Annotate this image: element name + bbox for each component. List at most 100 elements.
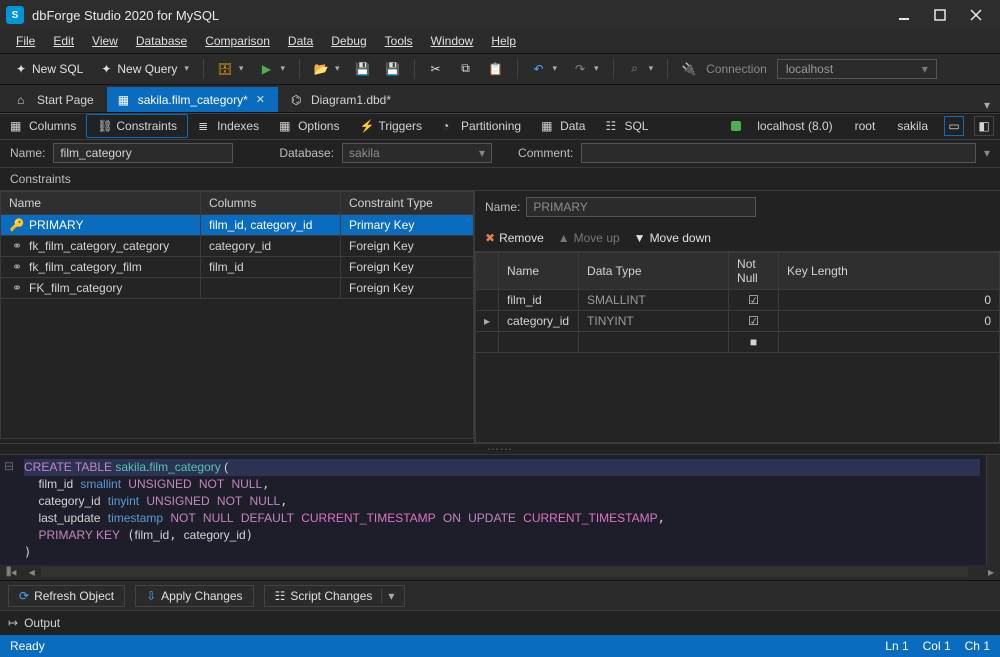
layout-view-button[interactable]: ▭ bbox=[944, 116, 964, 136]
apply-icon: ⇩ bbox=[146, 589, 156, 603]
col-header-keylength[interactable]: Key Length bbox=[779, 252, 1000, 289]
connection-dropdown[interactable]: localhost▾ bbox=[777, 59, 937, 79]
connect-button[interactable]: 🗄 bbox=[212, 59, 250, 79]
detail-name-input[interactable]: PRIMARY bbox=[526, 197, 756, 217]
checkbox-unchecked-icon[interactable]: ■ bbox=[750, 335, 757, 349]
table-row-empty[interactable]: ■ bbox=[476, 331, 1000, 352]
sql-vertical-scrollbar[interactable] bbox=[986, 455, 1000, 565]
table-row[interactable]: ⚭fk_film_category_film film_id Foreign K… bbox=[1, 256, 474, 277]
save-button[interactable]: 💾 bbox=[350, 59, 376, 79]
menu-file[interactable]: File bbox=[8, 31, 43, 51]
menu-window[interactable]: Window bbox=[423, 31, 482, 51]
sql-icon: ☷ bbox=[605, 119, 619, 133]
col-header-type[interactable]: Constraint Type bbox=[341, 191, 474, 214]
table-row[interactable]: 🔑PRIMARY film_id, category_id Primary Ke… bbox=[1, 214, 474, 235]
copy-button[interactable]: ⧉ bbox=[453, 59, 479, 79]
server-db[interactable]: sakila bbox=[891, 117, 934, 135]
scroll-left-button[interactable]: ◂ bbox=[23, 565, 41, 579]
menu-view[interactable]: View bbox=[84, 31, 126, 51]
apply-changes-button[interactable]: ⇩Apply Changes bbox=[135, 585, 253, 607]
editor-tab-columns[interactable]: ▦Columns bbox=[0, 115, 86, 137]
move-up-button[interactable]: ▲Move up bbox=[558, 231, 620, 245]
table-row[interactable]: ⚭fk_film_category_category category_id F… bbox=[1, 235, 474, 256]
output-panel-tab[interactable]: ↦ Output bbox=[0, 610, 1000, 636]
new-query-button[interactable]: ✦New Query bbox=[93, 59, 195, 79]
separator bbox=[667, 59, 668, 79]
menu-edit[interactable]: Edit bbox=[45, 31, 82, 51]
remove-button[interactable]: ✖Remove bbox=[485, 231, 544, 245]
status-char: Ch 1 bbox=[965, 639, 990, 653]
tabs-overflow-button[interactable]: ▾ bbox=[980, 98, 994, 112]
col-header-notnull[interactable]: Not Null bbox=[729, 252, 779, 289]
horizontal-splitter[interactable]: ⋯⋯ bbox=[0, 443, 1000, 455]
save-all-button[interactable]: 💾 bbox=[380, 59, 406, 79]
query-icon: ✦ bbox=[99, 62, 113, 76]
editor-tab-data[interactable]: ▦Data bbox=[531, 115, 595, 137]
name-input[interactable]: film_category bbox=[53, 143, 233, 163]
menu-help[interactable]: Help bbox=[483, 31, 524, 51]
editor-tab-options[interactable]: ▦Options bbox=[269, 115, 349, 137]
sql-editor[interactable]: CREATE TABLE sakila.film_category ( film… bbox=[18, 455, 986, 565]
menu-comparison[interactable]: Comparison bbox=[197, 31, 278, 51]
row-indicator-header bbox=[476, 252, 499, 289]
col-header-datatype[interactable]: Data Type bbox=[579, 252, 729, 289]
scroll-right-button[interactable]: ▸ bbox=[982, 565, 1000, 579]
cut-button[interactable]: ✂ bbox=[423, 59, 449, 79]
close-button[interactable] bbox=[958, 0, 994, 30]
tab-start-page[interactable]: ⌂ Start Page bbox=[6, 87, 105, 112]
save-icon: 💾 bbox=[356, 62, 370, 76]
fold-gutter[interactable]: ⊟ bbox=[0, 455, 18, 565]
table-row[interactable]: ⚭FK_film_category Foreign Key bbox=[1, 277, 474, 298]
tab-sakila-film-category[interactable]: ▦ sakila.film_category* ✕ bbox=[107, 87, 278, 112]
editor-tab-triggers[interactable]: ⚡Triggers bbox=[349, 115, 432, 137]
col-header-name[interactable]: Name bbox=[1, 191, 201, 214]
horizontal-scrollbar[interactable]: ⦀◂ ◂ ▸ bbox=[0, 565, 1000, 581]
separator bbox=[299, 59, 300, 79]
down-icon: ▼ bbox=[634, 231, 646, 245]
refresh-object-button[interactable]: ⟳Refresh Object bbox=[8, 585, 125, 607]
connection-icon-button[interactable]: 🔌 bbox=[676, 59, 702, 79]
menu-data[interactable]: Data bbox=[280, 31, 321, 51]
new-sql-button[interactable]: ✦New SQL bbox=[8, 59, 89, 79]
col-header-name[interactable]: Name bbox=[499, 252, 579, 289]
table-row[interactable]: ▸ category_id TINYINT ☑ 0 bbox=[476, 310, 1000, 331]
checkbox-checked-icon[interactable]: ☑ bbox=[748, 293, 759, 307]
database-dropdown[interactable]: sakila bbox=[342, 143, 492, 163]
menu-bar: File Edit View Database Comparison Data … bbox=[0, 30, 1000, 54]
minimize-button[interactable] bbox=[886, 0, 922, 30]
script-changes-button[interactable]: ☷Script Changes bbox=[264, 585, 406, 607]
table-row[interactable]: film_id SMALLINT ☑ 0 bbox=[476, 289, 1000, 310]
undo-button[interactable]: ↶ bbox=[526, 59, 564, 79]
comment-input[interactable] bbox=[581, 143, 976, 163]
maximize-button[interactable] bbox=[922, 0, 958, 30]
find-button[interactable]: ⌕ bbox=[622, 59, 660, 79]
editor-tab-partitioning[interactable]: ◔Partitioning bbox=[432, 115, 531, 137]
editor-tab-sql[interactable]: ☷SQL bbox=[595, 115, 658, 137]
move-down-button[interactable]: ▼Move down bbox=[634, 231, 711, 245]
app-title: dbForge Studio 2020 for MySQL bbox=[32, 8, 886, 23]
col-header-columns[interactable]: Columns bbox=[201, 191, 341, 214]
server-user[interactable]: root bbox=[849, 117, 882, 135]
constraints-table[interactable]: Name Columns Constraint Type 🔑PRIMARY fi… bbox=[0, 191, 474, 299]
server-host[interactable]: localhost (8.0) bbox=[751, 117, 838, 135]
checkbox-checked-icon[interactable]: ☑ bbox=[748, 314, 759, 328]
editor-tab-indexes[interactable]: ≣Indexes bbox=[188, 115, 269, 137]
redo-button[interactable]: ↷ bbox=[567, 59, 605, 79]
constraint-columns-table[interactable]: Name Data Type Not Null Key Length film_… bbox=[475, 252, 1000, 353]
paste-button[interactable]: 📋 bbox=[483, 59, 509, 79]
menu-tools[interactable]: Tools bbox=[377, 31, 421, 51]
layout-split-button[interactable]: ◧ bbox=[974, 116, 994, 136]
menu-debug[interactable]: Debug bbox=[323, 31, 374, 51]
execute-button[interactable]: ▶ bbox=[253, 59, 291, 79]
grid-empty-area[interactable] bbox=[475, 353, 1000, 443]
tab-close-icon[interactable]: ✕ bbox=[254, 93, 267, 106]
scroll-home-button[interactable]: ⦀◂ bbox=[0, 565, 23, 580]
open-button[interactable]: 📂 bbox=[308, 59, 346, 79]
comment-expand-button[interactable]: ▾ bbox=[984, 146, 990, 160]
menu-database[interactable]: Database bbox=[128, 31, 195, 51]
key-icon: 🔑 bbox=[9, 218, 25, 232]
grid-empty-area[interactable] bbox=[0, 299, 474, 439]
tab-diagram1[interactable]: ⌬ Diagram1.dbd* bbox=[280, 87, 402, 112]
editor-tab-constraints[interactable]: ⛓Constraints bbox=[86, 114, 188, 138]
scrollbar-track[interactable] bbox=[41, 567, 968, 577]
